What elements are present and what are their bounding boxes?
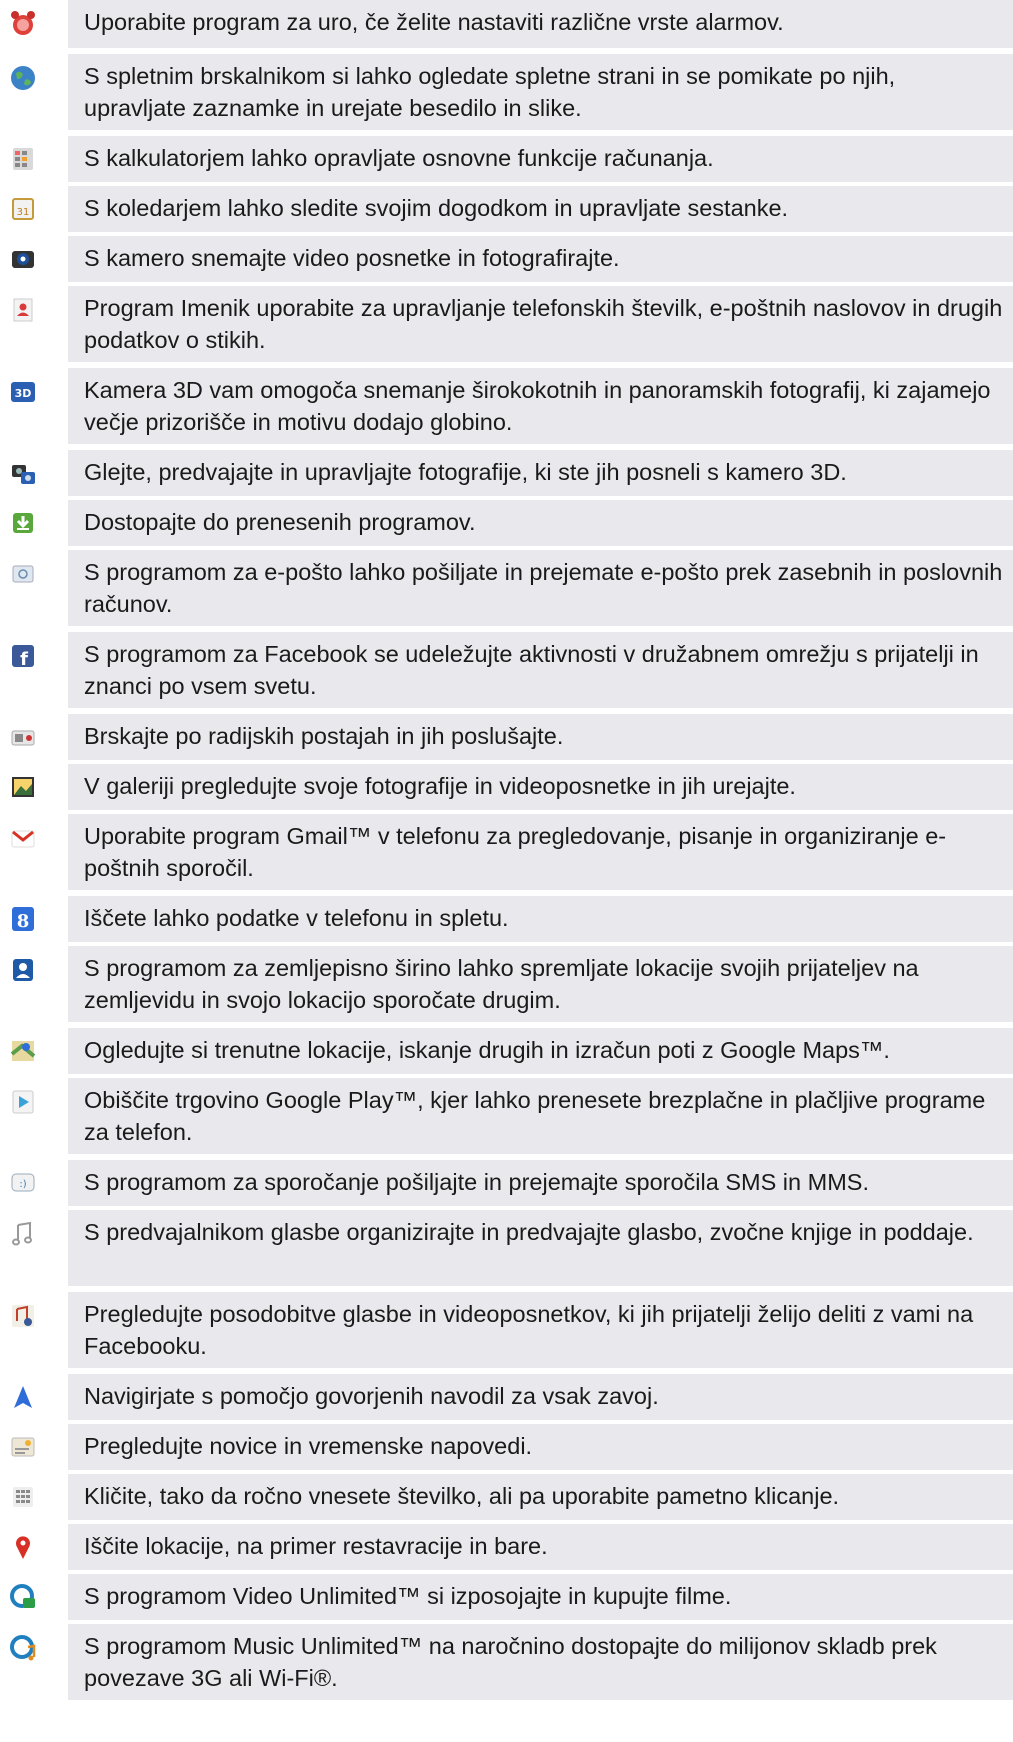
camera-3d-icon: 3D (8, 377, 38, 407)
list-item: V galeriji pregledujte svoje fotografije… (0, 764, 1013, 810)
list-item-text: Program Imenik uporabite za upravljanje … (68, 286, 1013, 362)
list-item: Dostopajte do prenesenih programov. (0, 500, 1013, 546)
gallery-icon (8, 772, 38, 802)
list-item: Obiščite trgovino Google Play™, kjer lah… (0, 1078, 1013, 1154)
list-item: f S programom za Facebook se udeležujte a… (0, 632, 1013, 708)
list-item-text: S programom Music Unlimited™ na naročnin… (68, 1624, 1013, 1700)
news-weather-icon (8, 1432, 38, 1462)
list-item: Pregledujte novice in vremenske napovedi… (0, 1424, 1013, 1470)
maps-icon (8, 1036, 38, 1066)
location-pin-icon (8, 1532, 38, 1562)
list-item: Uporabite program za uro, če želite nast… (0, 0, 1013, 48)
list-item-text: Pregledujte posodobitve glasbe in videop… (68, 1292, 1013, 1368)
list-item-text: Glejte, predvajajte in upravljajte fotog… (68, 450, 1013, 496)
music-unlimited-icon (8, 1633, 38, 1663)
list-item-text: Iščete lahko podatke v telefonu in splet… (68, 896, 1013, 942)
list-item: Ogledujte si trenutne lokacije, iskanje … (0, 1028, 1013, 1074)
video-unlimited-icon (8, 1582, 38, 1612)
svg-text:31: 31 (17, 207, 30, 218)
list-item-text: S spletnim brskalnikom si lahko ogledate… (68, 54, 1013, 130)
list-item-text: V galeriji pregledujte svoje fotografije… (68, 764, 1013, 810)
list-item-text: S kamero snemajte video posnetke in foto… (68, 236, 1013, 282)
list-item-text: Uporabite program Gmail™ v telefonu za p… (68, 814, 1013, 890)
latitude-icon (8, 955, 38, 985)
google-search-icon: 8 (8, 904, 38, 934)
calendar-icon: 31 (8, 194, 38, 224)
list-item: Program Imenik uporabite za upravljanje … (0, 286, 1013, 362)
list-item-text: Kličite, tako da ročno vnesete številko,… (68, 1474, 1013, 1520)
list-item-text: S koledarjem lahko sledite svojim dogodk… (68, 186, 1013, 232)
list-item-text: Ogledujte si trenutne lokacije, iskanje … (68, 1028, 1013, 1074)
list-item: 3D Kamera 3D vam omogoča snemanje širokok… (0, 368, 1013, 444)
list-item: S kalkulatorjem lahko opravljate osnovne… (0, 136, 1013, 182)
list-item-text: S programom za e-pošto lahko pošiljate i… (68, 550, 1013, 626)
music-note-icon (8, 1219, 38, 1249)
facebook-icon: f (8, 641, 38, 671)
svg-text:8: 8 (17, 911, 30, 932)
list-item-text: Kamera 3D vam omogoča snemanje širokokot… (68, 368, 1013, 444)
friends-music-icon (8, 1301, 38, 1331)
gmail-icon (8, 823, 38, 853)
list-item: 8 Iščete lahko podatke v telefonu in sple… (0, 896, 1013, 942)
list-item-text: Dostopajte do prenesenih programov. (68, 500, 1013, 546)
list-item: S predvajalnikom glasbe organizirajte in… (0, 1210, 1013, 1286)
globe-icon (8, 63, 38, 93)
list-item: S programom Music Unlimited™ na naročnin… (0, 1624, 1013, 1700)
list-item: S programom za e-pošto lahko pošiljate i… (0, 550, 1013, 626)
list-item: Pregledujte posodobitve glasbe in videop… (0, 1292, 1013, 1368)
list-item-text: S programom za sporočanje pošiljajte in … (68, 1160, 1013, 1206)
list-item: Navigirjate s pomočjo govorjenih navodil… (0, 1374, 1013, 1420)
list-item-text: Navigirjate s pomočjo govorjenih navodil… (68, 1374, 1013, 1420)
svg-text:f: f (20, 649, 28, 670)
navigation-icon (8, 1382, 38, 1412)
list-item: S kamero snemajte video posnetke in foto… (0, 236, 1013, 282)
list-item-text: S programom Video Unlimited™ si izposoja… (68, 1574, 1013, 1620)
messaging-icon: :) (8, 1168, 38, 1198)
list-item: Kličite, tako da ročno vnesete številko,… (0, 1474, 1013, 1520)
play-store-icon (8, 1087, 38, 1117)
list-item-text: S programom za Facebook se udeležujte ak… (68, 632, 1013, 708)
list-item: S spletnim brskalnikom si lahko ogledate… (0, 54, 1013, 130)
list-item: Iščite lokacije, na primer restavracije … (0, 1524, 1013, 1570)
list-item-text: S kalkulatorjem lahko opravljate osnovne… (68, 136, 1013, 182)
3d-viewer-icon (8, 458, 38, 488)
list-item: :) S programom za sporočanje pošiljajte i… (0, 1160, 1013, 1206)
dialer-icon (8, 1482, 38, 1512)
list-item: Glejte, predvajajte in upravljajte fotog… (0, 450, 1013, 496)
list-item: S programom za zemljepisno širino lahko … (0, 946, 1013, 1022)
list-item-text: S programom za zemljepisno širino lahko … (68, 946, 1013, 1022)
camera-icon (8, 244, 38, 274)
list-item-text: Brskajte po radijskih postajah in jih po… (68, 714, 1013, 760)
svg-text:3D: 3D (15, 387, 32, 400)
calculator-icon (8, 144, 38, 174)
svg-text::): :) (19, 1179, 26, 1190)
list-item: Brskajte po radijskih postajah in jih po… (0, 714, 1013, 760)
list-item-text: Pregledujte novice in vremenske napovedi… (68, 1424, 1013, 1470)
alarm-clock-icon (8, 8, 38, 38)
list-item-text: Uporabite program za uro, če želite nast… (68, 0, 1013, 48)
list-item-text: S predvajalnikom glasbe organizirajte in… (68, 1210, 1013, 1286)
list-item-text: Obiščite trgovino Google Play™, kjer lah… (68, 1078, 1013, 1154)
download-icon (8, 508, 38, 538)
radio-icon (8, 722, 38, 752)
list-item: Uporabite program Gmail™ v telefonu za p… (0, 814, 1013, 890)
list-item-text: Iščite lokacije, na primer restavracije … (68, 1524, 1013, 1570)
list-item: S programom Video Unlimited™ si izposoja… (0, 1574, 1013, 1620)
list-item: 31 S koledarjem lahko sledite svojim dogo… (0, 186, 1013, 232)
contacts-icon (8, 295, 38, 325)
email-icon (8, 559, 38, 589)
